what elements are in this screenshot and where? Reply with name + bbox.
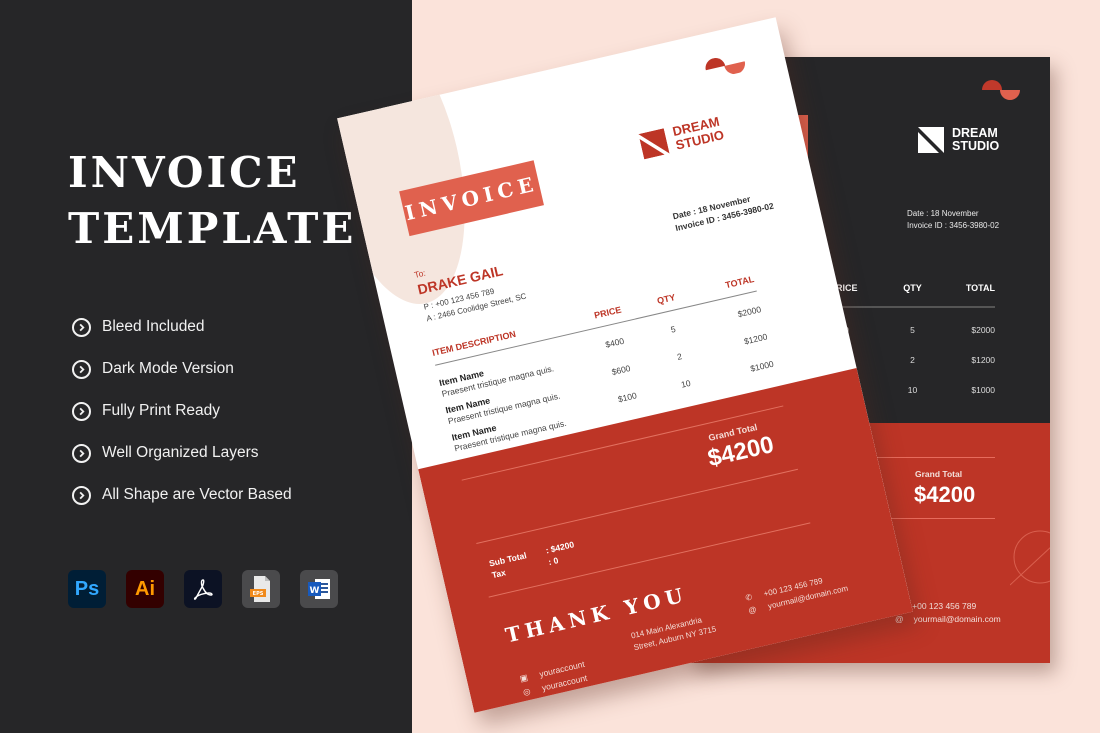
acrobat-icon <box>184 570 222 608</box>
feature-item: Fully Print Ready <box>72 390 292 432</box>
email-address: yourmail@domain.com <box>913 614 1001 624</box>
chevron-circle-icon <box>72 485 91 505</box>
chevron-circle-icon <box>72 443 91 463</box>
invoice-date: Date : 18 November <box>907 209 979 218</box>
brand-logo: DREAM STUDIO <box>918 127 999 153</box>
feature-item: Well Organized Layers <box>72 432 292 474</box>
svg-text:W: W <box>310 586 320 596</box>
feature-list: Bleed Included Dark Mode Version Fully P… <box>72 306 292 516</box>
brand-logo: DREAM STUDIO <box>638 114 725 160</box>
item-price: $400 <box>604 335 626 350</box>
item-qty: 2 <box>910 355 915 365</box>
item-qty: 5 <box>669 323 677 335</box>
column-qty: QTY <box>903 283 922 293</box>
feature-item: All Shape are Vector Based <box>72 474 292 516</box>
item-qty: 5 <box>910 325 915 335</box>
feature-item: Dark Mode Version <box>72 348 292 390</box>
item-total: $2000 <box>736 304 763 320</box>
chevron-circle-icon <box>72 317 91 337</box>
title-line-1: INVOICE <box>68 148 301 197</box>
invoice-meta: Date : 18 November Invoice ID : 3456-398… <box>907 208 999 232</box>
photoshop-icon: Ps <box>68 570 106 608</box>
illustrator-icon: Ai <box>126 570 164 608</box>
feature-label: All Shape are Vector Based <box>102 486 292 503</box>
title-line-2: TEMPLATE <box>68 204 357 253</box>
grand-total-label: Grand Total <box>915 469 963 479</box>
item-qty: 10 <box>907 385 918 395</box>
phone-number: +00 123 456 789 <box>912 601 977 611</box>
wave-decoration-icon <box>982 80 1020 100</box>
chevron-circle-icon <box>72 359 91 379</box>
logo-icon <box>918 127 944 153</box>
left-panel: INVOICE TEMPLATE Bleed Included Dark Mod… <box>0 0 412 733</box>
feature-label: Fully Print Ready <box>102 402 221 419</box>
table-header: PRICE QTY TOTAL <box>830 283 995 293</box>
item-total: $2000 <box>971 325 995 335</box>
app-icons: Ps Ai EPS W <box>68 570 338 608</box>
circle-decoration-icon <box>1010 530 1050 586</box>
eps-file-icon: EPS <box>242 570 280 608</box>
invoice-id: Invoice ID : 3456-3980-02 <box>907 221 1000 230</box>
table-row: $400 5 $2000 <box>830 325 995 335</box>
feature-item: Bleed Included <box>72 306 292 348</box>
page-title: INVOICE TEMPLATE <box>68 145 356 257</box>
wave-decoration-icon <box>705 58 746 75</box>
feature-label: Well Organized Layers <box>102 444 259 461</box>
grand-total-value: $4200 <box>914 482 976 507</box>
word-icon: W <box>300 570 338 608</box>
item-total: $1000 <box>971 385 995 395</box>
item-total: $1200 <box>971 355 995 365</box>
at-icon: @ <box>747 604 758 616</box>
feature-label: Bleed Included <box>102 318 205 335</box>
feature-label: Dark Mode Version <box>102 360 234 377</box>
chevron-circle-icon <box>72 401 91 421</box>
logo-icon <box>638 128 670 160</box>
column-total: TOTAL <box>965 283 995 293</box>
svg-text:EPS: EPS <box>253 591 264 597</box>
brand-name-line-2: STUDIO <box>952 139 1000 153</box>
invoice-meta: Date : 18 November Invoice ID : 3456-398… <box>671 188 775 234</box>
